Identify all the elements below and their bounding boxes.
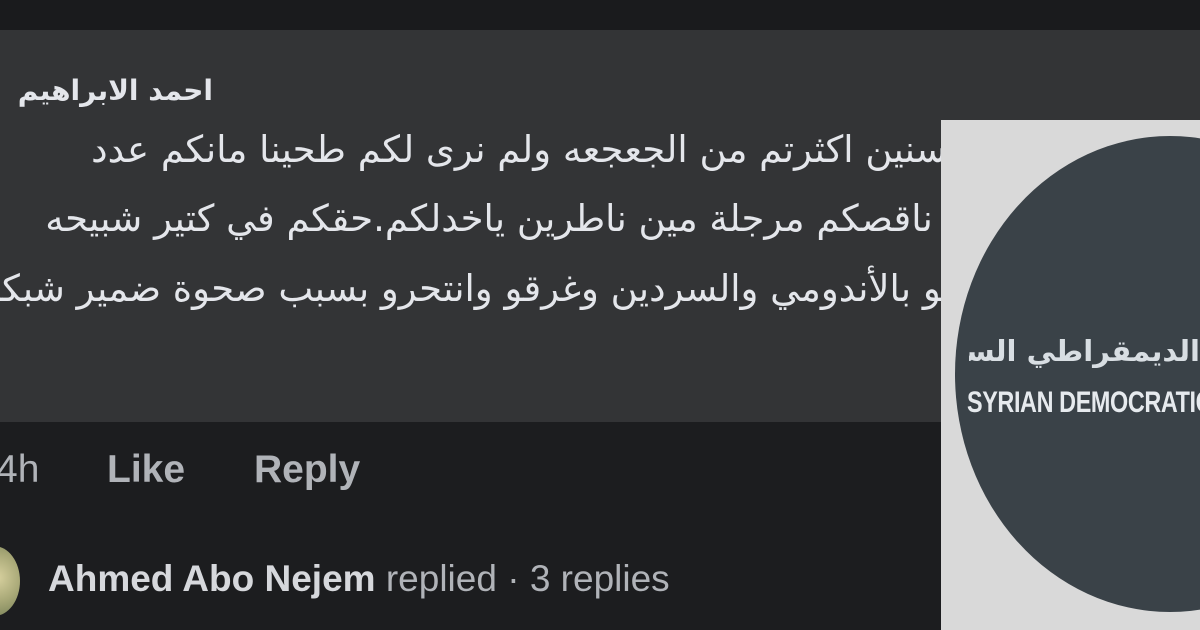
comment-text-line-3: شبعو بالأندومي والسردين وغرقو وانتحرو بس… (0, 267, 1002, 310)
replies-link[interactable]: Ahmed Abo Nejem replied · 3 replies (48, 558, 670, 600)
like-button[interactable]: Like (107, 448, 185, 492)
reply-author-name: Ahmed Abo Nejem (48, 558, 376, 599)
comment-text-line-1: يا مسنين اكثرتم من الجعجعه ولم نرى لكم ط… (91, 128, 1002, 171)
replies-separator: · (496, 558, 530, 599)
reply-count: 3 replies (529, 558, 670, 599)
comment-author[interactable]: احمد الابراهيم (0, 74, 213, 107)
top-band (0, 0, 1200, 30)
comment-text-line-2: بس ناقصكم مرجلة مين ناطرين ياخدلكم.حقكم … (45, 197, 1002, 240)
avatar[interactable] (0, 546, 20, 616)
photo-arabic-text: الديمقراطي السوري (969, 334, 1200, 368)
reply-button[interactable]: Reply (254, 448, 360, 492)
comment-screenshot: احمد الابراهيم يا مسنين اكثرتم من الجعجع… (0, 0, 1200, 630)
replied-label: replied (375, 558, 497, 599)
logo-disc (955, 136, 1200, 612)
photo-english-text: SYRIAN DEMOCRATIC (967, 386, 1200, 419)
comment-timestamp[interactable]: 4h (0, 448, 39, 492)
overlay-photo: الديمقراطي السوري SYRIAN DEMOCRATIC (941, 120, 1200, 630)
